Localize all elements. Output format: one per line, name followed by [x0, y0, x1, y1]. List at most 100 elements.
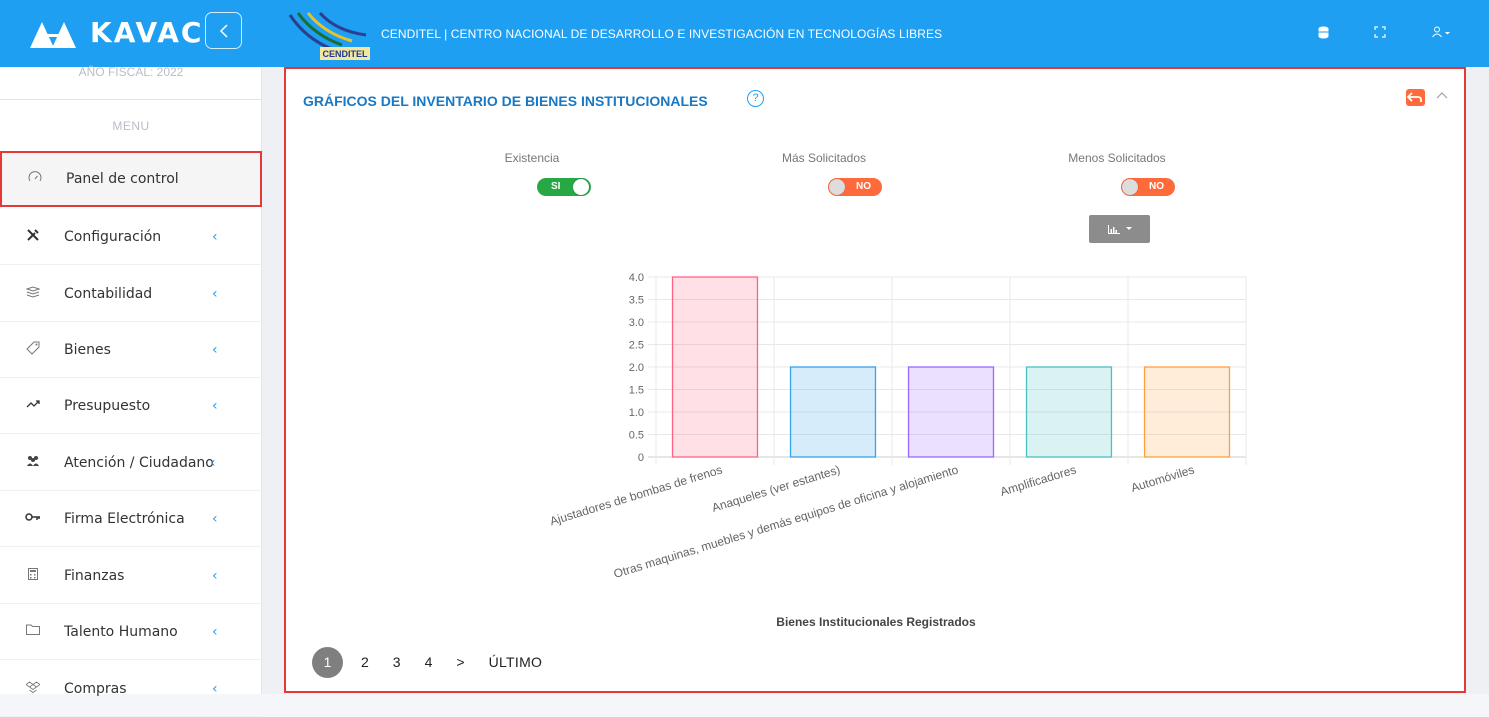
sidebar-item-label: Finanzas: [64, 567, 125, 584]
help-icon[interactable]: ?: [747, 90, 764, 107]
sidebar-item-label: Panel de control: [66, 171, 179, 187]
bar-chart-icon: [1107, 224, 1120, 234]
sidebar-item-label: Presupuesto: [64, 397, 151, 414]
sidebar-item-compras[interactable]: Compras ‹: [0, 661, 262, 717]
layers-icon: [24, 285, 42, 302]
top-navbar: KAVAC CENDITEL CENDITEL | CENTRO NACIONA…: [0, 0, 1489, 67]
menu-caption: MENU: [112, 119, 150, 133]
y-tick-label: 4.0: [629, 272, 644, 284]
toggle-mas-solicitados[interactable]: NO: [828, 178, 882, 196]
fullscreen-icon[interactable]: [1374, 26, 1386, 41]
sidebar-item-finanzas[interactable]: Finanzas ‹: [0, 548, 262, 604]
y-tick-label: 1.5: [629, 385, 644, 397]
brand-name: KAVAC: [90, 16, 204, 49]
chevron-left-icon: ‹: [212, 567, 218, 584]
next-page-button[interactable]: >: [456, 654, 464, 670]
toggle-label-mas-solicitados: Más Solicitados: [781, 151, 867, 165]
y-tick-label: 3.5: [629, 295, 644, 307]
sidebar-item-label: Bienes: [64, 341, 111, 358]
chevron-left-icon: ‹: [212, 285, 218, 302]
chevron-left-icon: ‹: [212, 397, 218, 414]
x-tick-label: Automóviles: [1129, 462, 1196, 495]
tools-icon: [24, 228, 42, 246]
back-button[interactable]: [1406, 89, 1425, 106]
chart-bar: [789, 366, 877, 458]
toggle-state: NO: [1149, 181, 1164, 192]
org-title: CENDITEL | CENTRO NACIONAL DE DESARROLLO…: [381, 27, 943, 41]
toggle-state: SI: [551, 181, 561, 192]
page-3-button[interactable]: 3: [393, 654, 401, 670]
database-icon[interactable]: [1318, 26, 1329, 42]
chart-type-dropdown-button[interactable]: [1089, 215, 1150, 243]
chevron-left-icon: ‹: [212, 341, 218, 358]
y-tick-label: 1.0: [629, 407, 644, 419]
last-page-button[interactable]: ÚLTIMO: [489, 654, 543, 670]
brand-area: KAVAC: [0, 0, 262, 67]
chart-bar: [671, 276, 759, 458]
cenditel-logo: CENDITEL: [288, 11, 370, 60]
users-icon: [24, 455, 42, 471]
main-content: GRÁFICOS DEL INVENTARIO DE BIENES INSTIT…: [262, 67, 1489, 694]
sidebar-item-label: Configuración: [64, 228, 162, 245]
chevron-left-icon: ‹: [212, 680, 218, 697]
key-icon: [24, 511, 42, 526]
pagination: 1 2 3 4 > ÚLTIMO: [312, 646, 566, 678]
panel-title: GRÁFICOS DEL INVENTARIO DE BIENES INSTIT…: [303, 93, 708, 109]
sidebar-item-bienes[interactable]: Bienes ‹: [0, 322, 262, 378]
sidebar: AÑO FISCAL: 2022 MENU Panel de control C…: [0, 66, 262, 717]
sidebar-item-label: Talento Humano: [64, 623, 178, 640]
toggle-knob: [573, 179, 589, 195]
dashboard-gauge-icon: [26, 171, 44, 187]
sidebar-collapse-button[interactable]: [205, 12, 242, 49]
user-menu-icon[interactable]: [1432, 26, 1452, 41]
page-4-button[interactable]: 4: [425, 654, 433, 670]
folder-icon: [24, 624, 42, 639]
sidebar-item-label: Compras: [64, 680, 127, 697]
toggle-state: NO: [856, 181, 871, 192]
caret-down-icon: [1125, 227, 1132, 230]
page-1-button[interactable]: 1: [312, 646, 343, 678]
chart-bar: [1143, 366, 1231, 458]
y-tick-label: 0: [638, 452, 644, 464]
chart-x-axis-title: Bienes Institucionales Registrados: [776, 615, 976, 629]
chart-bar: [907, 366, 995, 458]
sidebar-item-panel-de-control[interactable]: Panel de control: [0, 151, 262, 207]
calculator-icon: [24, 567, 42, 584]
sidebar-item-configuracion[interactable]: Configuración ‹: [0, 209, 262, 265]
kavac-logo-icon: [30, 22, 76, 48]
collapse-up-icon[interactable]: [1436, 87, 1448, 102]
bar-chart: 4.0 3.5 3.0 2.5 2.0 1.5 1.0 0.5 0Ajustadores de …: [548, 272, 1247, 581]
x-tick-label: Ajustadores de bombas de frenos: [548, 462, 724, 528]
cenditel-logo-text: CENDITEL: [323, 49, 369, 59]
sidebar-item-presupuesto[interactable]: Presupuesto ‹: [0, 378, 262, 434]
chart-bar: [1025, 366, 1113, 458]
toggle-knob: [1122, 179, 1138, 195]
chevron-left-icon: ‹: [212, 623, 218, 640]
chevron-left-icon: ‹: [212, 510, 218, 527]
trend-icon: [24, 398, 42, 413]
inventory-charts-card: GRÁFICOS DEL INVENTARIO DE BIENES INSTIT…: [284, 67, 1466, 693]
y-tick-label: 2.5: [629, 340, 644, 352]
fiscal-year: AÑO FISCAL: 2022: [0, 66, 262, 100]
sidebar-item-contabilidad[interactable]: Contabilidad ‹: [0, 266, 262, 322]
y-tick-label: 2.0: [629, 362, 644, 374]
undo-icon: [1406, 92, 1422, 102]
y-tick-label: 0.5: [629, 430, 644, 442]
toggle-knob: [829, 179, 845, 195]
page-2-button[interactable]: 2: [361, 654, 369, 670]
chevron-left-icon: [219, 23, 228, 38]
chevron-left-icon: ‹: [210, 454, 216, 471]
x-tick-label: Amplificadores: [999, 462, 1078, 498]
toggle-label-menos-solicitados: Menos Solicitados: [1068, 151, 1166, 165]
sidebar-item-firma-electronica[interactable]: Firma Electrónica ‹: [0, 491, 262, 547]
toggle-label-existencia: Existencia: [504, 151, 560, 165]
tag-icon: [24, 341, 42, 359]
sidebar-item-talento-humano[interactable]: Talento Humano ‹: [0, 604, 262, 660]
sidebar-item-atencion-ciudadano[interactable]: Atención / Ciudadano ‹: [0, 435, 262, 491]
toggle-existencia[interactable]: SI: [537, 178, 591, 196]
sidebar-item-label: Firma Electrónica: [64, 510, 185, 527]
sidebar-item-label: Atención / Ciudadano: [64, 454, 214, 471]
dropbox-icon: [24, 680, 42, 697]
toggle-menos-solicitados[interactable]: NO: [1121, 178, 1175, 196]
y-tick-label: 3.0: [629, 317, 644, 329]
